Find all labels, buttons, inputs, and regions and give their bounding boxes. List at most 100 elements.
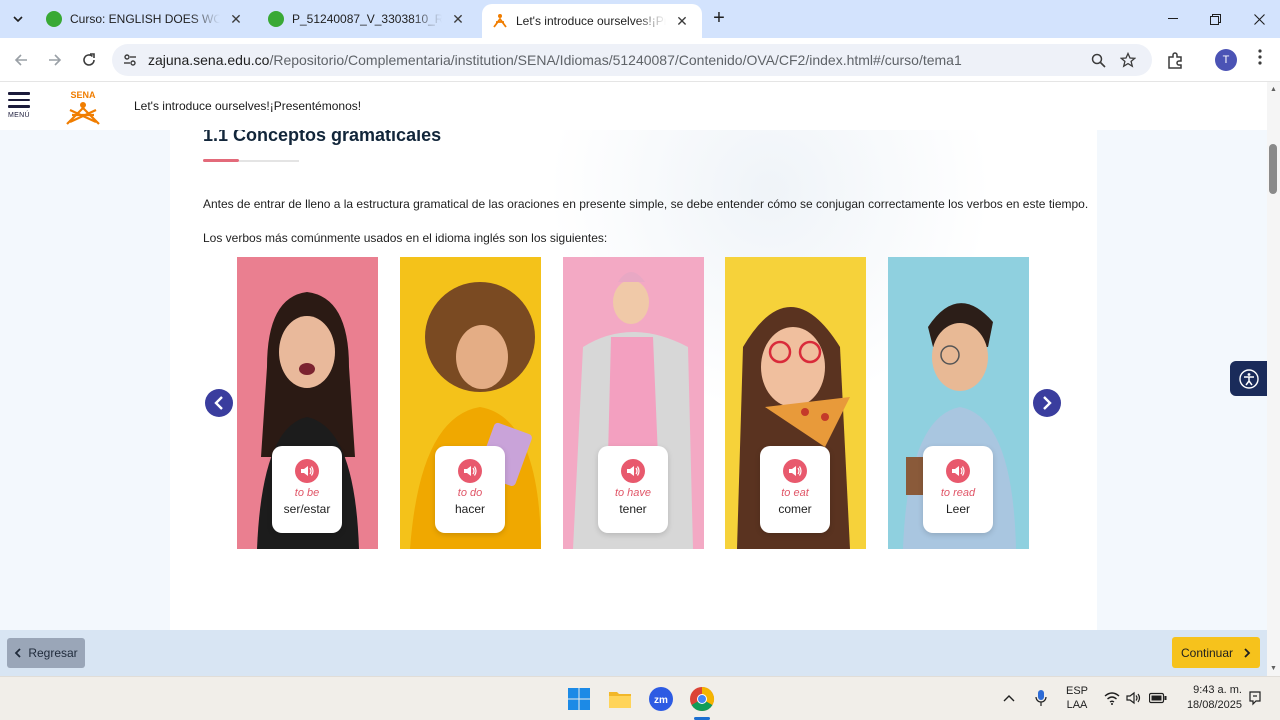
- verb-card-to-do[interactable]: to do hacer: [400, 257, 541, 549]
- scrollbar-thumb[interactable]: [1269, 144, 1277, 194]
- speaker-play-button[interactable]: [458, 459, 482, 483]
- forward-button[interactable]: [42, 47, 68, 73]
- clock-time: 9:43 a. m.: [1193, 684, 1242, 696]
- back-label: Regresar: [28, 646, 78, 660]
- verb-spanish: ser/estar: [283, 502, 331, 516]
- lang-top: ESP: [1065, 685, 1088, 697]
- lang-bottom: LAA: [1066, 699, 1088, 711]
- speaker-icon: [464, 466, 477, 476]
- menu-button[interactable]: MENÚ: [8, 92, 32, 124]
- logo-text: SENA: [70, 90, 96, 100]
- speaker-play-button[interactable]: [783, 459, 807, 483]
- tab-title: Curso: ENGLISH DOES WORK -: [70, 12, 220, 26]
- url-text: zajuna.sena.edu.co/Repositorio/Complemen…: [148, 52, 962, 68]
- wifi-icon[interactable]: [1104, 691, 1120, 705]
- page-scrollbar[interactable]: ▲ ▼: [1267, 82, 1280, 676]
- verb-card-to-be[interactable]: to be ser/estar: [237, 257, 378, 549]
- keyboard-language[interactable]: ESP LAA: [1062, 685, 1092, 711]
- zoom-app-icon[interactable]: zm: [647, 685, 675, 713]
- reload-icon: [83, 53, 95, 66]
- hamburger-icon: [8, 92, 30, 95]
- speaker-icon: [952, 466, 965, 476]
- verb-card-to-eat[interactable]: to eat comer: [725, 257, 866, 549]
- title-underline-accent: [203, 159, 239, 162]
- bookmark-button[interactable]: [1118, 50, 1138, 70]
- accessibility-button[interactable]: [1230, 361, 1267, 396]
- tab-course[interactable]: Curso: ENGLISH DOES WORK - ✕: [36, 0, 254, 38]
- browser-toolbar: zajuna.sena.edu.co/Repositorio/Complemen…: [0, 38, 1280, 82]
- star-icon: [1120, 52, 1136, 68]
- tab-active-lesson[interactable]: Let's introduce ourselves!¡Prese ✕: [482, 4, 702, 38]
- verb-english: to have: [614, 487, 652, 499]
- tray-overflow-icon[interactable]: [1003, 689, 1015, 705]
- speaker-icon: [627, 466, 640, 476]
- restore-button[interactable]: [1192, 0, 1238, 38]
- zoom-icon: [1091, 53, 1106, 68]
- lesson-nav-bar: Regresar Continuar: [0, 630, 1267, 676]
- notifications-icon[interactable]: [1248, 690, 1262, 706]
- tab-title: P_51240087_V_3303810_R_73_(: [292, 12, 442, 26]
- extensions-icon[interactable]: [1164, 49, 1186, 71]
- close-window-button[interactable]: [1236, 0, 1280, 38]
- chevron-left-icon: [15, 648, 21, 658]
- windows-start-icon[interactable]: [565, 685, 593, 713]
- back-lesson-button[interactable]: Regresar: [7, 638, 85, 668]
- verb-english: to read: [940, 487, 976, 499]
- close-icon[interactable]: ✕: [674, 13, 690, 30]
- chevron-right-icon: [1244, 647, 1251, 658]
- clock-date: 18/08/2025: [1186, 699, 1242, 711]
- verb-spanish: tener: [619, 502, 647, 516]
- chevron-right-icon: [1043, 396, 1052, 410]
- app-title: Let's introduce ourselves!¡Presentémonos…: [134, 99, 362, 113]
- svg-text:zm: zm: [654, 695, 668, 706]
- microphone-icon[interactable]: [1034, 689, 1048, 707]
- carousel-next-button[interactable]: [1033, 389, 1061, 417]
- os-taskbar: zm ESP LAA 9:43 a. m. 18/08/2025: [0, 676, 1280, 720]
- verb-card-to-read[interactable]: to read Leer: [888, 257, 1029, 549]
- arrow-left-icon: [14, 54, 27, 66]
- close-icon[interactable]: ✕: [450, 11, 466, 28]
- browser-menu-button[interactable]: [1250, 49, 1270, 71]
- close-icon[interactable]: ✕: [228, 11, 244, 28]
- chrome-icon[interactable]: [688, 685, 716, 713]
- zoom-button[interactable]: [1088, 50, 1108, 70]
- verb-english: to be: [294, 487, 320, 499]
- scroll-down-arrow-icon[interactable]: ▼: [1269, 664, 1278, 673]
- speaker-play-button[interactable]: [621, 459, 645, 483]
- verbs-intro-paragraph: Los verbos más comúnmente usados en el i…: [203, 231, 608, 245]
- battery-icon[interactable]: [1149, 692, 1167, 704]
- speaker-play-button[interactable]: [946, 459, 970, 483]
- clock[interactable]: 9:43 a. m. 18/08/2025: [1178, 684, 1242, 711]
- browser-tab-strip: Curso: ENGLISH DOES WORK - ✕ P_51240087_…: [0, 0, 1280, 38]
- scroll-up-arrow-icon[interactable]: ▲: [1269, 85, 1278, 94]
- sena-logo-icon[interactable]: SENA: [62, 88, 104, 126]
- carousel-prev-button[interactable]: [205, 389, 233, 417]
- verb-spanish: Leer: [945, 502, 971, 516]
- continue-button[interactable]: Continuar: [1172, 637, 1260, 668]
- minimize-button[interactable]: [1150, 0, 1196, 38]
- tab-search-button[interactable]: [6, 7, 30, 31]
- new-tab-button[interactable]: +: [708, 8, 730, 30]
- file-explorer-icon[interactable]: [606, 685, 634, 713]
- site-settings-icon[interactable]: [122, 52, 138, 68]
- continue-label: Continuar: [1180, 645, 1234, 660]
- hamburger-icon-bar: [8, 105, 30, 108]
- back-button[interactable]: [8, 47, 34, 73]
- verb-spanish: hacer: [454, 502, 486, 516]
- kebab-menu-icon: [1258, 49, 1262, 65]
- hamburger-icon-bar: [8, 98, 30, 101]
- volume-icon[interactable]: [1126, 691, 1142, 705]
- verb-label-box: to do hacer: [435, 446, 505, 533]
- profile-avatar[interactable]: T: [1215, 49, 1237, 71]
- url-path: /Repositorio/Complementaria/institution/…: [269, 52, 962, 68]
- verb-card-to-have[interactable]: to have tener: [563, 257, 704, 549]
- speaker-play-button[interactable]: [295, 459, 319, 483]
- verb-spanish: comer: [778, 502, 812, 516]
- moodle-favicon-icon: [46, 11, 62, 27]
- page-viewport: 1.1 Conceptos gramaticales Antes de entr…: [0, 82, 1267, 676]
- reload-button[interactable]: [76, 47, 102, 73]
- chevron-up-icon: [1003, 695, 1015, 702]
- address-bar[interactable]: zajuna.sena.edu.co/Repositorio/Complemen…: [112, 44, 1152, 76]
- tab-document[interactable]: P_51240087_V_3303810_R_73_( ✕: [258, 0, 476, 38]
- moodle-favicon-icon: [268, 11, 284, 27]
